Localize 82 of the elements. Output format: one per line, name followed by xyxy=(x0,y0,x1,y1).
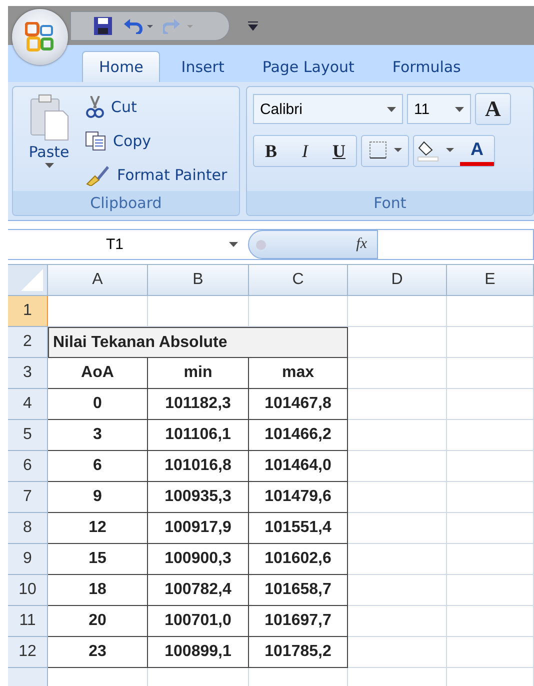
ribbon-tab[interactable]: Formulas xyxy=(375,51,478,82)
row-header[interactable]: 10 xyxy=(8,575,48,606)
table-cell: 100701,0 xyxy=(148,606,249,637)
ribbon-tab[interactable]: Insert xyxy=(164,51,242,82)
underline-button[interactable]: U xyxy=(322,136,356,166)
caret-icon xyxy=(386,106,396,112)
column-header[interactable]: C xyxy=(249,265,348,296)
copy-icon xyxy=(85,131,107,151)
table-cell: 6 xyxy=(48,451,148,482)
table-cell: 101466,2 xyxy=(249,420,348,451)
table-cell: 101602,6 xyxy=(249,544,348,575)
scissors-icon xyxy=(85,96,105,118)
caret-icon xyxy=(454,106,464,112)
row-header[interactable]: 2 xyxy=(8,327,48,358)
customize-menu-icon[interactable] xyxy=(248,20,258,30)
table-cell: 18 xyxy=(48,575,148,606)
bold-button[interactable]: B xyxy=(254,136,288,166)
table-cell: max xyxy=(249,358,348,389)
clipboard-action[interactable]: Copy xyxy=(85,127,228,155)
table-cell: 9 xyxy=(48,482,148,513)
clipboard-icon xyxy=(29,93,69,141)
grow-font-button[interactable]: A xyxy=(476,94,510,124)
table-cell: 100782,4 xyxy=(148,575,249,606)
table-title: Nilai Tekanan Absolute xyxy=(48,327,348,358)
row-header[interactable]: 5 xyxy=(8,420,48,451)
table-cell: 12 xyxy=(48,513,148,544)
row-header[interactable]: 12 xyxy=(8,637,48,668)
name-box[interactable]: T1 xyxy=(8,236,248,253)
table-cell: 101551,4 xyxy=(249,513,348,544)
table-cell: 100917,9 xyxy=(148,513,249,544)
logo-icon xyxy=(25,22,55,52)
table-cell: 101697,7 xyxy=(249,606,348,637)
row-header[interactable]: 11 xyxy=(8,606,48,637)
table-cell: 101658,7 xyxy=(249,575,348,606)
row-header[interactable]: 4 xyxy=(8,389,48,420)
font-size-dropdown[interactable]: 11 xyxy=(406,94,471,124)
row-header[interactable]: 8 xyxy=(8,513,48,544)
italic-button[interactable]: I xyxy=(288,136,322,166)
undo-icon[interactable] xyxy=(123,18,153,34)
table-cell: 3 xyxy=(48,420,148,451)
table-cell: 101182,3 xyxy=(148,389,249,420)
triangle-icon xyxy=(21,269,43,291)
font-name-dropdown[interactable]: Calibri xyxy=(252,94,403,124)
ribbon-tab[interactable]: Page Layout xyxy=(245,51,372,82)
insert-function-button[interactable]: fx xyxy=(356,236,367,253)
table-cell: 101467,8 xyxy=(249,389,348,420)
row-header[interactable]: 6 xyxy=(8,451,48,482)
handle-icon[interactable] xyxy=(255,238,267,250)
column-header[interactable]: B xyxy=(148,265,249,296)
ribbon-tab[interactable]: Home xyxy=(82,51,160,82)
column-header[interactable]: A xyxy=(48,265,148,296)
column-header[interactable]: D xyxy=(348,265,447,296)
table-cell: 100935,3 xyxy=(148,482,249,513)
table-cell: 20 xyxy=(48,606,148,637)
caret-icon xyxy=(229,242,238,247)
row-header[interactable]: 7 xyxy=(8,482,48,513)
row-header[interactable]: 3 xyxy=(8,358,48,389)
table-cell: 100899,1 xyxy=(148,637,249,668)
table-cell: 23 xyxy=(48,637,148,668)
table-cell: 101464,0 xyxy=(249,451,348,482)
paste-label: Paste xyxy=(28,143,70,161)
group-label: Font xyxy=(246,191,533,215)
group-label: Clipboard xyxy=(13,191,239,215)
clipboard-action[interactable]: Cut xyxy=(85,93,228,121)
table-cell: 101479,6 xyxy=(249,482,348,513)
column-header[interactable]: E xyxy=(447,265,534,296)
row-header[interactable]: 9 xyxy=(8,544,48,575)
select-all-corner[interactable] xyxy=(8,265,48,296)
paintbrush-icon xyxy=(85,164,111,186)
table-cell: 0 xyxy=(48,389,148,420)
clipboard-action[interactable]: Format Painter xyxy=(85,161,228,189)
save-icon[interactable] xyxy=(93,16,113,36)
table-cell: min xyxy=(148,358,249,389)
paste-button[interactable]: Paste xyxy=(19,93,79,191)
table-cell: 101016,8 xyxy=(148,451,249,482)
row-header[interactable]: 1 xyxy=(8,296,48,327)
table-cell: 100900,3 xyxy=(148,544,249,575)
caret-icon xyxy=(44,163,54,168)
table-cell: 15 xyxy=(48,544,148,575)
table-cell: 101785,2 xyxy=(249,637,348,668)
table-cell: 101106,1 xyxy=(148,420,249,451)
table-cell: AoA xyxy=(48,358,148,389)
